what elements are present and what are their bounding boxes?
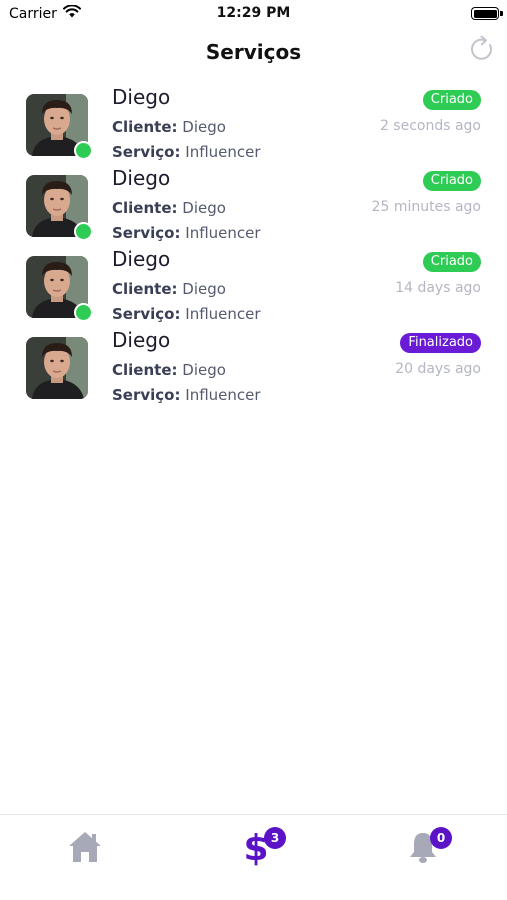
client-value: Diego	[182, 199, 226, 217]
home-icon	[67, 830, 103, 868]
client-line: Cliente: Diego	[112, 199, 226, 217]
service-value: Influencer	[185, 305, 261, 323]
tab-services[interactable]: $ 3	[226, 827, 286, 871]
list-item[interactable]: Diego Cliente: Diego Serviço: Influencer…	[0, 242, 507, 323]
avatar-container	[26, 256, 93, 322]
refresh-button[interactable]	[467, 35, 497, 67]
status-bar: Carrier 12:29 PM	[0, 0, 507, 30]
tab-home[interactable]	[55, 827, 115, 871]
client-value: Diego	[182, 361, 226, 379]
item-name: Diego	[112, 328, 171, 352]
service-value: Influencer	[185, 224, 261, 242]
service-value: Influencer	[185, 386, 261, 404]
item-name: Diego	[112, 85, 171, 109]
notifications-count-badge: 0	[430, 827, 452, 849]
list-item[interactable]: Diego Cliente: Diego Serviço: Influencer…	[0, 80, 507, 161]
service-label: Serviço:	[112, 386, 181, 404]
list-item[interactable]: Diego Cliente: Diego Serviço: Influencer…	[0, 323, 507, 404]
status-badge: Criado	[422, 252, 481, 272]
status-badge: Criado	[422, 90, 481, 110]
services-count-badge: 3	[264, 827, 286, 849]
service-value: Influencer	[185, 143, 261, 161]
page-title: Serviços	[205, 40, 302, 64]
status-badge: Criado	[422, 171, 481, 191]
item-name: Diego	[112, 247, 171, 271]
tab-notifications[interactable]: 0	[393, 827, 453, 871]
client-value: Diego	[182, 280, 226, 298]
screen: Carrier 12:29 PM Serviços Diego Cliente:…	[0, 0, 507, 900]
service-line: Serviço: Influencer	[112, 386, 261, 404]
item-timestamp: 2 seconds ago	[379, 118, 481, 134]
client-line: Cliente: Diego	[112, 361, 226, 379]
online-status-dot	[74, 222, 93, 241]
item-timestamp: 25 minutes ago	[371, 199, 481, 215]
service-label: Serviço:	[112, 305, 181, 323]
service-label: Serviço:	[112, 143, 181, 161]
services-list: Diego Cliente: Diego Serviço: Influencer…	[0, 80, 507, 404]
client-label: Cliente:	[112, 361, 178, 379]
service-line: Serviço: Influencer	[112, 305, 261, 323]
list-item[interactable]: Diego Cliente: Diego Serviço: Influencer…	[0, 161, 507, 242]
battery-icon	[471, 7, 499, 20]
client-line: Cliente: Diego	[112, 118, 226, 136]
avatar-container	[26, 337, 88, 399]
refresh-icon	[469, 35, 495, 67]
online-status-dot	[74, 141, 93, 160]
avatar-container	[26, 175, 93, 241]
item-timestamp: 20 days ago	[395, 361, 481, 377]
client-line: Cliente: Diego	[112, 280, 226, 298]
client-label: Cliente:	[112, 118, 178, 136]
avatar-container	[26, 94, 93, 160]
service-line: Serviço: Influencer	[112, 224, 261, 242]
client-label: Cliente:	[112, 280, 178, 298]
tab-bar: $ 3 0	[0, 814, 507, 900]
service-label: Serviço:	[112, 224, 181, 242]
header: Serviços	[0, 30, 507, 75]
service-line: Serviço: Influencer	[112, 143, 261, 161]
online-status-dot	[74, 303, 93, 322]
status-time: 12:29 PM	[216, 5, 291, 21]
item-timestamp: 14 days ago	[395, 280, 481, 296]
client-value: Diego	[182, 118, 226, 136]
avatar	[26, 337, 88, 399]
client-label: Cliente:	[112, 199, 178, 217]
status-badge: Finalizado	[400, 333, 481, 353]
item-name: Diego	[112, 166, 171, 190]
